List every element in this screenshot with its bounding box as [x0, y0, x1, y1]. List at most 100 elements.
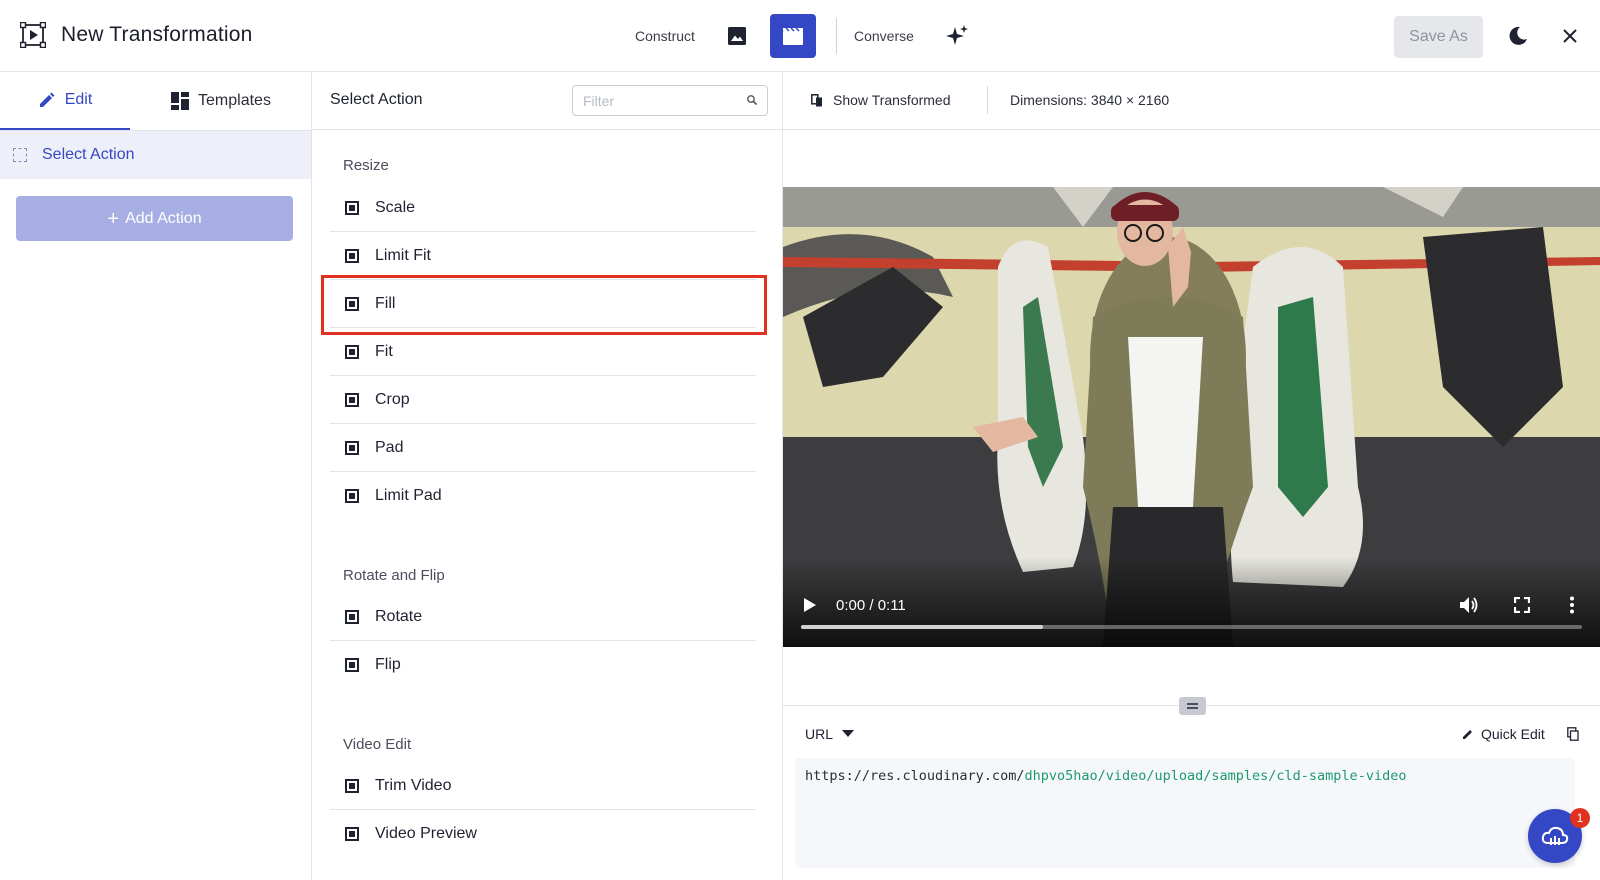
url-mode-label: URL: [805, 726, 834, 742]
video-controls: 0:00 / 0:11: [783, 557, 1600, 647]
preview-header: Show Transformed Dimensions: 3840 × 2160: [783, 72, 1600, 130]
video-time: 0:00 / 0:11: [836, 597, 906, 614]
url-pane: URL Quick Edit https://res.cloudinary.co…: [783, 697, 1600, 880]
select-action-title: Select Action: [330, 91, 423, 108]
page-title: New Transformation: [61, 23, 253, 46]
tab-templates-label: Templates: [198, 92, 271, 109]
action-item-label: Fill: [375, 294, 396, 312]
sparkle-icon: [946, 25, 968, 45]
play-icon[interactable]: [803, 597, 817, 613]
pencil-icon: [1463, 730, 1472, 739]
action-item-label: Trim Video: [375, 776, 452, 794]
image-icon: [728, 27, 746, 45]
dimensions-label: Dimensions: 3840 × 2160: [1010, 92, 1170, 108]
action-item-label: Fit: [375, 342, 393, 360]
fullscreen-icon[interactable]: [1514, 597, 1530, 613]
section-title-resize: Resize: [343, 157, 389, 174]
action-square-icon: [345, 489, 359, 503]
action-square-icon: [345, 827, 359, 841]
action-item-limit-fit[interactable]: Limit Fit: [330, 232, 756, 280]
transformation-url: https://res.cloudinary.com/dhpvo5hao/vid…: [805, 768, 1406, 784]
close-icon: [1563, 29, 1577, 43]
left-panel: Edit Templates Select Action + Add Actio…: [0, 72, 312, 880]
chat-notification-badge: 1: [1570, 808, 1590, 828]
action-item-scale[interactable]: Scale: [330, 184, 756, 232]
section-title-rotate-flip: Rotate and Flip: [343, 567, 445, 584]
tab-edit[interactable]: Edit: [0, 72, 130, 130]
action-item-label: Crop: [375, 390, 410, 408]
cloud-chat-icon: [1541, 826, 1569, 845]
action-item-rotate[interactable]: Rotate: [330, 593, 756, 641]
video-player[interactable]: 0:00 / 0:11: [783, 187, 1600, 647]
section-title-video-edit: Video Edit: [343, 736, 412, 753]
action-item-trim-video[interactable]: Trim Video: [330, 762, 756, 810]
video-progress-bar[interactable]: [801, 625, 1582, 629]
action-square-icon: [345, 248, 359, 263]
current-action-label: Select Action: [42, 146, 135, 163]
select-action-header: Select Action: [312, 72, 782, 130]
action-item-limit-pad[interactable]: Limit Pad: [330, 472, 756, 520]
action-item-fill[interactable]: Fill: [330, 280, 756, 328]
action-square-icon: [345, 778, 359, 793]
moon-icon: [1509, 26, 1527, 45]
show-transformed-toggle[interactable]: Show Transformed: [811, 92, 951, 108]
action-item-label: Limit Fit: [375, 246, 431, 264]
action-item-label: Video Preview: [375, 825, 477, 842]
resize-drag-handle[interactable]: [1179, 697, 1206, 715]
transformation-frame-icon: [20, 22, 46, 48]
templates-grid-icon: [171, 92, 190, 110]
action-item-flip[interactable]: Flip: [330, 641, 756, 689]
video-mode-button[interactable]: [770, 14, 816, 58]
action-square-icon: [345, 296, 359, 311]
filter-input[interactable]: [573, 86, 741, 115]
action-item-pad[interactable]: Pad: [330, 424, 756, 472]
image-mode-button[interactable]: [714, 14, 760, 58]
preview-panel: Show Transformed Dimensions: 3840 × 2160: [783, 72, 1600, 880]
search-icon: [747, 95, 758, 106]
theme-toggle-button[interactable]: [1500, 18, 1536, 54]
action-item-label: Pad: [375, 438, 404, 456]
converse-mode-label[interactable]: Converse: [854, 28, 914, 44]
show-transformed-label: Show Transformed: [833, 92, 951, 108]
action-item-crop[interactable]: Crop: [330, 376, 756, 424]
current-action-row[interactable]: Select Action: [0, 131, 311, 179]
action-square-icon: [345, 658, 359, 672]
action-item-label: Flip: [375, 656, 401, 673]
url-base: https://res.cloudinary.com/: [805, 768, 1025, 784]
action-item-video-preview[interactable]: Video Preview: [330, 810, 756, 858]
close-button[interactable]: [1552, 18, 1588, 54]
action-square-icon: [345, 609, 359, 624]
top-header: New Transformation Construct Converse Sa…: [0, 0, 1600, 72]
tab-templates[interactable]: Templates: [130, 72, 312, 130]
url-mode-dropdown[interactable]: URL: [805, 726, 855, 742]
ai-sparkle-button[interactable]: [934, 14, 980, 58]
plus-icon: +: [107, 207, 120, 230]
add-action-label: Add Action: [125, 209, 202, 227]
video-buffered-bar: [801, 625, 1044, 629]
more-options-icon[interactable]: [1569, 596, 1575, 614]
action-square-icon: [345, 392, 359, 407]
action-square-icon: [345, 200, 359, 215]
select-action-panel: Select Action Resize Scale Limit Fit Fil…: [312, 72, 783, 880]
url-text-box[interactable]: https://res.cloudinary.com/dhpvo5hao/vid…: [795, 758, 1575, 868]
action-square-icon: [345, 440, 359, 455]
add-action-button[interactable]: + Add Action: [16, 196, 293, 241]
save-as-button[interactable]: Save As: [1394, 16, 1483, 58]
volume-icon[interactable]: [1459, 596, 1479, 614]
quick-edit-label: Quick Edit: [1481, 726, 1545, 742]
dashed-select-icon: [13, 148, 27, 162]
construct-mode-label[interactable]: Construct: [635, 28, 695, 44]
action-item-fit[interactable]: Fit: [330, 328, 756, 376]
compare-icon: [811, 93, 822, 106]
action-item-label: Scale: [375, 198, 416, 216]
quick-edit-button[interactable]: Quick Edit: [1462, 726, 1545, 742]
action-item-label: Rotate: [375, 607, 423, 625]
url-path: dhpvo5hao/video/upload/samples/cld-sampl…: [1024, 768, 1407, 784]
copy-icon[interactable]: [1567, 727, 1579, 741]
clapperboard-icon: [783, 27, 803, 45]
pencil-icon: [39, 92, 55, 107]
action-square-icon: [345, 344, 359, 359]
preview-header-divider: [987, 86, 988, 114]
header-divider: [836, 18, 837, 54]
filter-box: [572, 85, 768, 116]
